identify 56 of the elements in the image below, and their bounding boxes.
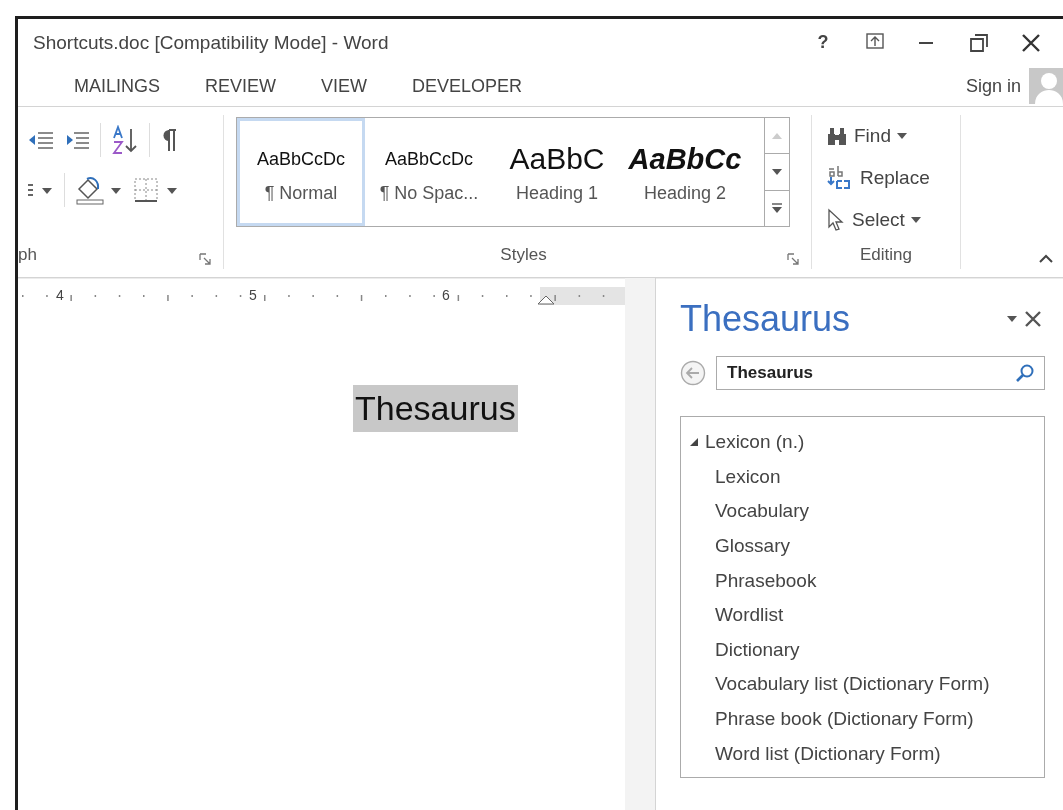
collapse-ribbon-icon[interactable] xyxy=(1039,254,1053,263)
result-item[interactable]: Dictionary xyxy=(715,632,1044,668)
style-preview: AaBbC xyxy=(509,140,605,177)
help-button[interactable]: ? xyxy=(797,27,849,58)
pilcrow-icon[interactable] xyxy=(160,128,178,152)
shading-icon[interactable] xyxy=(75,175,123,205)
expand-triangle-icon[interactable] xyxy=(689,437,699,448)
ruler-number: 4 xyxy=(56,287,64,303)
search-field[interactable]: Thesaurus xyxy=(716,356,1045,390)
caret-icon xyxy=(1007,316,1017,322)
result-item[interactable]: Glossary xyxy=(715,528,1044,564)
sort-icon[interactable] xyxy=(111,125,139,155)
style-item[interactable]: AaBbC Heading 1 xyxy=(493,118,621,226)
style-preview: AaBbCcDc xyxy=(257,147,345,171)
sign-in-link[interactable]: Sign in xyxy=(965,75,1021,97)
result-item[interactable]: Word list (Dictionary Form) xyxy=(715,736,1044,771)
style-name: Heading 2 xyxy=(643,182,727,204)
style-item[interactable]: AaBbCcDc ¶ No Spac... xyxy=(365,118,493,226)
dialog-launcher-icon[interactable] xyxy=(199,253,211,265)
ribbon-tab[interactable]: REVIEW xyxy=(187,67,304,105)
style-item[interactable]: AaBbCc Heading 2 xyxy=(621,118,749,226)
group-label: Styles xyxy=(500,245,547,266)
result-item[interactable]: Phrasebook xyxy=(715,563,1044,598)
dialog-launcher-icon[interactable] xyxy=(787,253,799,265)
ruler-number: 6 xyxy=(442,287,450,303)
document-text: Thesaurus xyxy=(353,385,518,432)
ribbon-tab[interactable]: DEVELOPER xyxy=(394,67,550,105)
style-name: ¶ No Spac... xyxy=(379,182,479,204)
scroll-down-icon xyxy=(772,169,782,175)
result-item[interactable]: Vocabulary xyxy=(715,494,1044,529)
editing-command[interactable]: Select xyxy=(826,201,960,239)
ribbon-tab[interactable]: VIEW xyxy=(303,67,395,105)
decrease-indent-icon[interactable] xyxy=(28,130,54,150)
group-label: Editing xyxy=(860,245,912,266)
ribbon-tab[interactable]: MAILINGS xyxy=(56,67,188,105)
style-name: Heading 1 xyxy=(515,182,599,204)
result-item[interactable]: Lexicon (n.) xyxy=(689,425,805,460)
pane-title: Thesaurus xyxy=(680,298,852,340)
editing-command[interactable]: Find xyxy=(826,117,960,155)
style-preview: AaBbCc xyxy=(628,141,742,177)
binoculars-icon xyxy=(826,126,848,146)
search-icon[interactable] xyxy=(1015,363,1035,383)
editing-command[interactable]: Replace xyxy=(826,159,960,197)
result-item[interactable]: Lexicon xyxy=(715,459,1044,495)
window-title: Shortcuts.doc [Compatibility Mode] - Word xyxy=(33,31,390,54)
increase-indent-icon[interactable] xyxy=(64,130,90,150)
result-item[interactable]: Wordlist xyxy=(715,597,1044,633)
result-item[interactable]: Phrase book (Dictionary Form) xyxy=(715,701,1044,737)
result-item[interactable]: Vocabulary list (Dictionary Form) xyxy=(715,667,1044,702)
ruler-number: 5 xyxy=(249,287,257,303)
group-label: ph xyxy=(18,245,37,266)
style-name: ¶ Normal xyxy=(264,182,338,204)
cursor-icon xyxy=(826,208,846,232)
style-preview: AaBbCcDc xyxy=(385,147,473,171)
more-icon[interactable] xyxy=(772,203,782,214)
style-item[interactable]: AaBbCcDc ¶ Normal xyxy=(237,118,365,226)
